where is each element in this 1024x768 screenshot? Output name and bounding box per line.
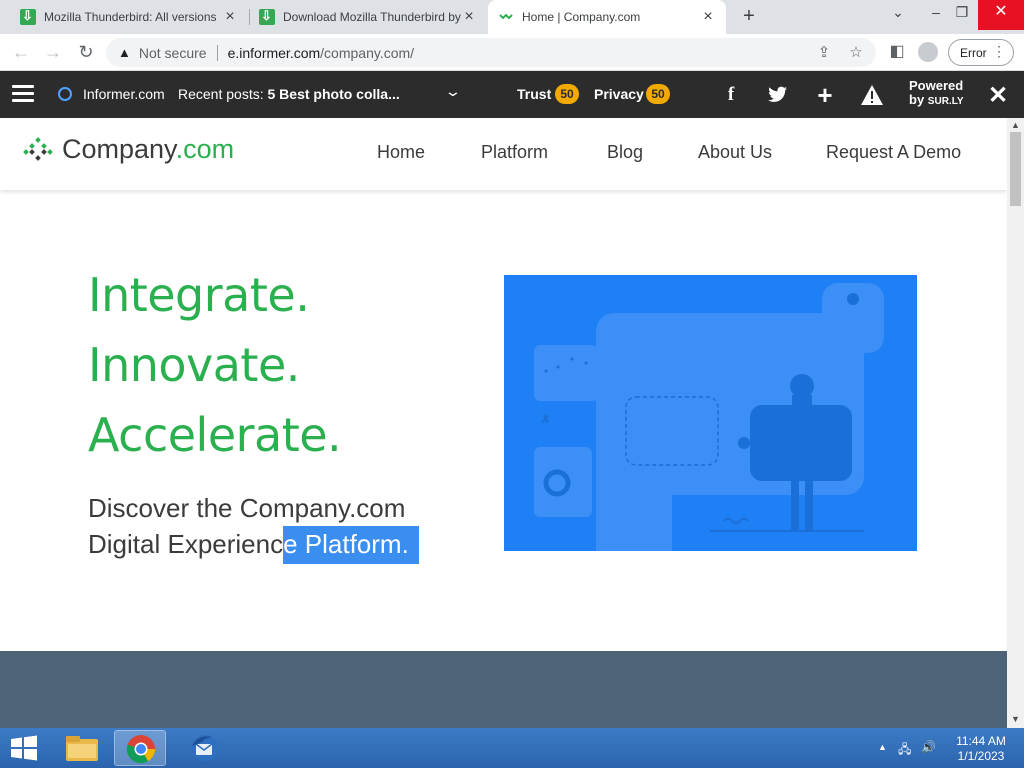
informer-toolbar: Informer.com Recent posts: 5 Best photo … [0, 71, 1024, 118]
chrome-taskbar-icon[interactable] [114, 730, 166, 766]
subtitle-line-2: Digital Experienc [88, 529, 284, 559]
recent-posts-label: Recent posts: [178, 86, 264, 102]
folder-icon [66, 736, 98, 761]
scroll-thumb[interactable] [1010, 132, 1021, 206]
clock-date: 1/1/2023 [957, 749, 1005, 763]
tab-search-chevron-icon[interactable]: ⌄ [882, 0, 914, 30]
tab-thunderbird-versions[interactable]: Mozilla Thunderbird: All versions × [10, 0, 248, 34]
windows-logo-shape [11, 735, 37, 761]
hero-integrate: Integrate. [88, 268, 310, 322]
web-page: Company.com Home Platform Blog About Us … [0, 118, 1007, 728]
hamburger-menu-icon[interactable] [12, 85, 34, 103]
company-logo-icon [23, 136, 53, 161]
new-tab-button[interactable]: + [738, 5, 760, 27]
menu-dots-icon: ⋮ [992, 43, 1006, 59]
reload-icon[interactable]: ↻ [75, 41, 97, 63]
download-favicon-icon [20, 8, 36, 25]
hero-accelerate: Accelerate. [88, 408, 342, 462]
powered-by-word: by [909, 92, 925, 107]
browser-toolbar: ← → ↻ ▲ Not secure e.informer.com/compan… [0, 34, 1024, 71]
volume-icon[interactable]: 🔊 [921, 740, 936, 754]
url-host: e.informer.com [227, 44, 321, 61]
network-icon[interactable]: 🖧 [898, 740, 911, 761]
close-window-button[interactable]: ✕ [978, 0, 1024, 30]
profile-avatar-icon[interactable] [918, 42, 938, 62]
system-clock[interactable]: 11:44 AM 1/1/2023 [952, 734, 1010, 764]
back-arrow-icon[interactable]: ← [10, 41, 32, 63]
file-explorer-taskbar-icon[interactable] [56, 730, 108, 766]
trust-score-badge: 50 [555, 84, 579, 104]
recent-posts[interactable]: Recent posts: 5 Best photo colla... [178, 86, 400, 102]
warning-icon[interactable]: ▲ [118, 45, 131, 60]
report-warning-icon[interactable] [859, 82, 885, 108]
nav-platform[interactable]: Platform [481, 142, 548, 163]
nav-about-us[interactable]: About Us [698, 142, 772, 163]
powered-by-surly[interactable]: Powered by SUR.LY [909, 79, 964, 109]
twitter-icon[interactable] [765, 82, 791, 108]
thunderbird-taskbar-icon[interactable] [178, 730, 230, 766]
nav-blog[interactable]: Blog [607, 142, 643, 163]
trust-label[interactable]: Trust [517, 86, 551, 102]
tab-close-icon[interactable]: × [222, 9, 238, 25]
scroll-up-arrow-icon[interactable]: ▲ [1011, 120, 1020, 130]
tab-company-home[interactable]: Home | Company.com × [488, 0, 726, 34]
scroll-down-arrow-icon[interactable]: ▼ [1011, 714, 1020, 724]
plus-icon[interactable]: + [812, 82, 838, 108]
restore-button[interactable]: ❐ [946, 0, 978, 30]
chevron-down-icon[interactable]: ⌄ [444, 83, 462, 100]
powered-line: Powered [909, 78, 964, 93]
chrome-icon [126, 735, 155, 764]
selected-text-highlight: e Platform. [283, 526, 419, 564]
tray-expand-icon[interactable]: ▲ [878, 742, 887, 752]
thunderbird-icon [192, 735, 218, 761]
nav-request-demo[interactable]: Request A Demo [826, 142, 961, 163]
twitter-bird-shape [768, 86, 787, 102]
subtitle-line-1: Discover the Company.com [88, 493, 406, 523]
tab-close-icon[interactable]: × [461, 9, 477, 25]
url-text[interactable]: e.informer.com/company.com/ [228, 45, 414, 61]
brand-name: Company [62, 134, 176, 164]
hero-subtitle: Discover the Company.com Digital Experie… [88, 490, 419, 564]
share-icon[interactable]: ⇪ [814, 43, 834, 63]
warning-triangle-shape [861, 85, 883, 105]
tab-title: Download Mozilla Thunderbird by [283, 10, 461, 24]
tab-download-thunderbird[interactable]: Download Mozilla Thunderbird by × [249, 0, 487, 34]
browser-tab-strip: Mozilla Thunderbird: All versions × Down… [0, 0, 1024, 34]
company-favicon-icon [499, 13, 513, 20]
error-label: Error [960, 45, 987, 60]
company-logo[interactable]: Company.com [20, 134, 234, 165]
omnibox-divider [216, 44, 218, 61]
brand-suffix: .com [175, 134, 235, 164]
download-favicon-icon [259, 8, 275, 25]
clock-time: 11:44 AM [956, 734, 1006, 748]
site-header: Company.com Home Platform Blog About Us … [0, 118, 1007, 190]
privacy-score-badge: 50 [646, 84, 670, 104]
forward-arrow-icon[interactable]: → [42, 41, 64, 63]
error-button[interactable]: Error ⋮ [948, 39, 1014, 66]
footer-band [0, 651, 1007, 728]
windows-taskbar: ▲ 🖧 🔊 11:44 AM 1/1/2023 [0, 728, 1024, 768]
windows-start-icon[interactable] [10, 735, 38, 761]
tab-close-icon[interactable]: × [700, 9, 716, 25]
security-status[interactable]: Not secure [139, 45, 207, 61]
side-panel-icon[interactable]: ◧ [886, 41, 908, 63]
nav-home[interactable]: Home [377, 142, 425, 163]
recent-post-title: 5 Best photo colla... [267, 86, 400, 102]
tab-title: Home | Company.com [522, 10, 641, 24]
page-scrollbar[interactable]: ▲ ▼ [1007, 118, 1024, 728]
address-bar[interactable]: ▲ Not secure e.informer.com/company.com/… [106, 38, 876, 67]
informer-logo-icon [58, 87, 72, 101]
facebook-icon[interactable]: f [718, 82, 744, 108]
hero-innovate: Innovate. [88, 338, 300, 392]
tab-title: Mozilla Thunderbird: All versions [44, 10, 217, 24]
puzzle-person-illustration [534, 283, 884, 551]
informer-site-link[interactable]: Informer.com [83, 86, 165, 102]
url-path: /company.com/ [320, 44, 415, 61]
hero-illustration [504, 275, 917, 551]
surly-brand: SUR.LY [927, 96, 964, 107]
bookmark-star-icon[interactable]: ☆ [846, 43, 866, 63]
privacy-label[interactable]: Privacy [594, 86, 644, 102]
close-bar-icon[interactable]: ✕ [988, 81, 1008, 110]
